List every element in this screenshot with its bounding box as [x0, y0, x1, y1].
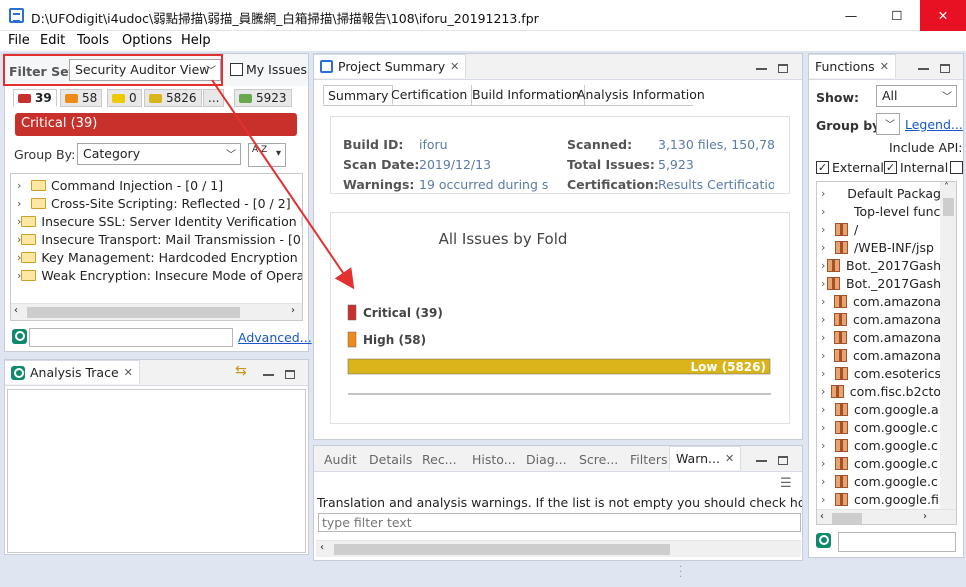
- annotation-arrow: [211, 79, 355, 290]
